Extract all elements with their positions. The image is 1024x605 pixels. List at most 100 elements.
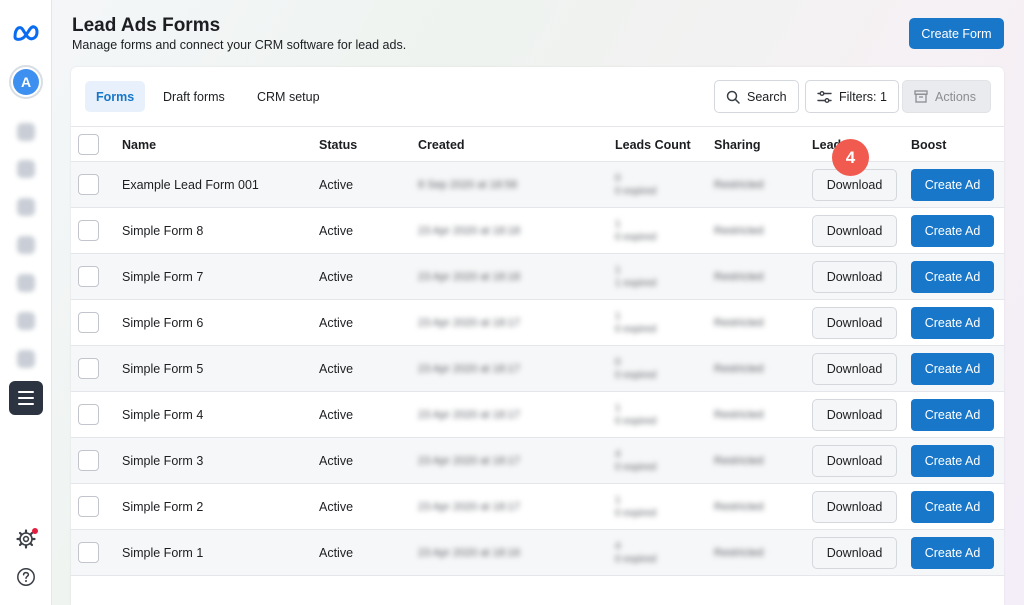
- home-icon[interactable]: [17, 123, 35, 141]
- create-ad-button[interactable]: Create Ad: [911, 307, 994, 339]
- column-header-leads-count[interactable]: Leads Count: [615, 127, 691, 163]
- row-checkbox[interactable]: [78, 312, 99, 333]
- filters-button[interactable]: Filters: 1: [805, 80, 899, 113]
- form-name[interactable]: Simple Form 7: [122, 254, 203, 300]
- column-header-name[interactable]: Name: [122, 127, 156, 163]
- download-button[interactable]: Download: [812, 353, 897, 385]
- form-created: 23 Apr 2020 at 18:17: [418, 409, 521, 421]
- create-ad-button[interactable]: Create Ad: [911, 491, 994, 523]
- tab-forms[interactable]: Forms: [85, 81, 146, 112]
- actions-label: Actions: [935, 89, 976, 104]
- form-created: 23 Apr 2020 at 18:17: [418, 363, 521, 375]
- form-name[interactable]: Simple Form 3: [122, 438, 203, 484]
- form-name[interactable]: Simple Form 1: [122, 530, 203, 576]
- form-status: Active: [319, 224, 354, 238]
- row-checkbox[interactable]: [78, 496, 99, 517]
- form-leads-count: 0 0 expired: [615, 162, 656, 208]
- search-button[interactable]: Search: [714, 80, 799, 113]
- settings-gear-icon[interactable]: [16, 528, 38, 549]
- row-checkbox[interactable]: [78, 358, 99, 379]
- table-row[interactable]: Simple Form 3 Active 23 Apr 2020 at 18:17 4…: [71, 438, 1004, 484]
- form-name[interactable]: Simple Form 8: [122, 208, 203, 254]
- notification-dot: [32, 528, 38, 534]
- notifications-icon[interactable]: [17, 198, 35, 216]
- form-name[interactable]: Simple Form 6: [122, 300, 203, 346]
- select-all-checkbox[interactable]: [78, 134, 99, 155]
- create-ad-button[interactable]: Create Ad: [911, 537, 994, 569]
- form-sharing: Restricted: [714, 455, 764, 467]
- filters-icon: [817, 90, 832, 103]
- form-leads-count: 1 0 expired: [615, 484, 656, 530]
- form-status: Active: [319, 270, 354, 284]
- form-name[interactable]: Simple Form 2: [122, 484, 203, 530]
- menu-line: [18, 397, 34, 399]
- leads-expired-value: 1 expired: [615, 278, 657, 289]
- column-header-boost[interactable]: Boost: [911, 127, 946, 163]
- create-ad-button[interactable]: Create Ad: [911, 215, 994, 247]
- create-ad-button[interactable]: Create Ad: [911, 353, 994, 385]
- actions-button[interactable]: Actions: [902, 80, 991, 113]
- table-row[interactable]: Simple Form 8 Active 23 Apr 2020 at 18:18 1…: [71, 208, 1004, 254]
- form-name[interactable]: Example Lead Form 001: [122, 162, 259, 208]
- download-button[interactable]: Download: [812, 537, 897, 569]
- form-created: 23 Apr 2020 at 18:18: [418, 225, 521, 237]
- meta-logo-icon[interactable]: [11, 22, 41, 44]
- column-header-sharing[interactable]: Sharing: [714, 127, 761, 163]
- leads-count-value: 1: [615, 265, 621, 276]
- download-button[interactable]: Download: [812, 399, 897, 431]
- form-leads-count: 1 0 expired: [615, 300, 656, 346]
- tab-draft-forms[interactable]: Draft forms: [152, 81, 236, 112]
- download-button[interactable]: Download: [812, 491, 897, 523]
- row-checkbox[interactable]: [78, 404, 99, 425]
- search-label: Search: [747, 89, 787, 104]
- leads-count-value: 1: [615, 311, 621, 322]
- download-button[interactable]: Download: [812, 307, 897, 339]
- form-leads-count: 0 0 expired: [615, 346, 656, 392]
- create-ad-button[interactable]: Create Ad: [911, 399, 994, 431]
- create-form-button[interactable]: Create Form: [909, 18, 1004, 49]
- row-checkbox[interactable]: [78, 266, 99, 287]
- all-tools-menu-button[interactable]: [9, 381, 43, 415]
- pages-icon[interactable]: [17, 236, 35, 254]
- form-name[interactable]: Simple Form 5: [122, 346, 203, 392]
- table-row[interactable]: Simple Form 6 Active 23 Apr 2020 at 18:17 1…: [71, 300, 1004, 346]
- form-name[interactable]: Simple Form 4: [122, 392, 203, 438]
- row-checkbox[interactable]: [78, 174, 99, 195]
- row-checkbox[interactable]: [78, 542, 99, 563]
- avatar[interactable]: A: [9, 65, 43, 99]
- column-header-created[interactable]: Created: [418, 127, 465, 163]
- insights-icon[interactable]: [17, 350, 35, 368]
- column-header-status[interactable]: Status: [319, 127, 357, 163]
- row-checkbox[interactable]: [78, 450, 99, 471]
- download-button[interactable]: Download: [812, 261, 897, 293]
- create-ad-button[interactable]: Create Ad: [911, 169, 994, 201]
- create-ad-button[interactable]: Create Ad: [911, 261, 994, 293]
- help-icon[interactable]: [16, 567, 36, 587]
- form-sharing: Restricted: [714, 501, 764, 513]
- edit-icon[interactable]: [17, 160, 35, 178]
- leads-count-value: 0: [615, 173, 621, 184]
- table-row[interactable]: Simple Form 4 Active 23 Apr 2020 at 18:17 1…: [71, 392, 1004, 438]
- form-status: Active: [319, 500, 354, 514]
- form-status: Active: [319, 454, 354, 468]
- page-title: Lead Ads Forms: [72, 15, 221, 36]
- filters-label: Filters: 1: [839, 89, 887, 104]
- create-ad-button[interactable]: Create Ad: [911, 445, 994, 477]
- form-created: 23 Apr 2020 at 18:17: [418, 317, 521, 329]
- leads-expired-value: 0 expired: [615, 370, 657, 381]
- form-status: Active: [319, 316, 354, 330]
- table-row[interactable]: Simple Form 2 Active 23 Apr 2020 at 18:17 1…: [71, 484, 1004, 530]
- tab-crm-setup[interactable]: CRM setup: [246, 81, 331, 112]
- form-leads-count: 1 0 expired: [615, 392, 656, 438]
- menu-line: [18, 403, 34, 405]
- download-button[interactable]: Download: [812, 445, 897, 477]
- table-row[interactable]: Simple Form 1 Active 23 Apr 2020 at 18:16 4…: [71, 530, 1004, 576]
- table-row[interactable]: Simple Form 7 Active 23 Apr 2020 at 18:18 1…: [71, 254, 1004, 300]
- row-checkbox[interactable]: [78, 220, 99, 241]
- download-button[interactable]: Download: [812, 215, 897, 247]
- ads-icon[interactable]: [17, 274, 35, 292]
- audience-icon[interactable]: [17, 312, 35, 330]
- leads-expired-value: 0 expired: [615, 324, 657, 335]
- table-row[interactable]: Simple Form 5 Active 23 Apr 2020 at 18:17 0…: [71, 346, 1004, 392]
- step-badge: 4: [832, 139, 869, 176]
